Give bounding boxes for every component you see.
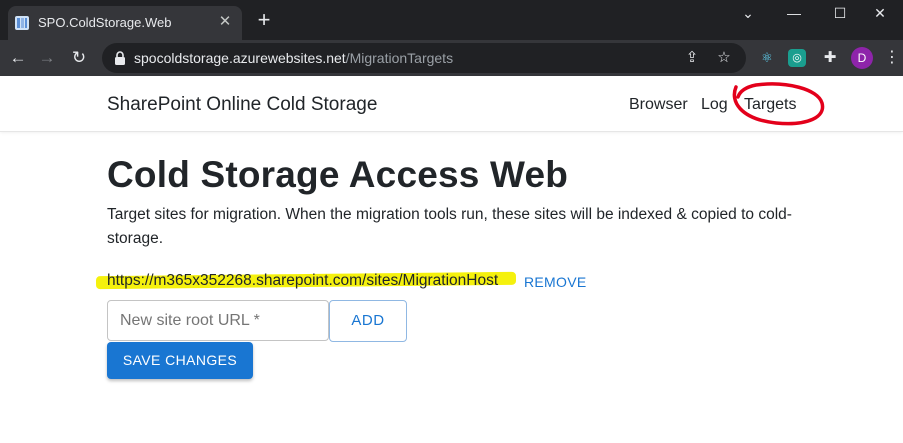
page-favicon-icon	[15, 16, 29, 30]
add-target-button[interactable]: ADD	[329, 300, 407, 342]
address-bar[interactable]: spocoldstorage.azurewebsites.net/Migrati…	[102, 43, 746, 73]
new-site-url-input[interactable]	[107, 300, 329, 341]
target-site-url: https://m365x352268.sharepoint.com/sites…	[107, 272, 499, 289]
browser-tab-strip: SPO.ColdStorage.Web ✕ + ⌄ — ☐ ✕	[0, 0, 903, 40]
tab-search-icon[interactable]: ⌄	[725, 0, 771, 28]
tab-title: SPO.ColdStorage.Web	[38, 15, 172, 30]
back-icon[interactable]: ←	[4, 44, 32, 72]
close-window-icon[interactable]: ✕	[857, 0, 903, 28]
react-devtools-icon[interactable]: ⚛	[757, 48, 777, 68]
share-icon[interactable]: ⇪	[682, 48, 702, 68]
page-title: Cold Storage Access Web	[107, 154, 569, 195]
url-path: /MigrationTargets	[345, 50, 454, 66]
browser-tab[interactable]: SPO.ColdStorage.Web ✕	[8, 6, 242, 40]
remove-target-button[interactable]: REMOVE	[524, 274, 586, 290]
browser-toolbar: ← → ↻ spocoldstorage.azurewebsites.net/M…	[0, 40, 903, 76]
extension-icon[interactable]: ◎	[788, 49, 806, 67]
new-tab-button[interactable]: +	[252, 8, 276, 32]
nav-link-browser[interactable]: Browser	[629, 96, 688, 114]
browser-menu-icon[interactable]: ⋮	[884, 47, 900, 69]
profile-avatar[interactable]: D	[851, 47, 873, 69]
close-tab-icon[interactable]: ✕	[216, 13, 234, 31]
extensions-puzzle-icon[interactable]: ✚	[820, 48, 840, 68]
bookmark-star-icon[interactable]: ☆	[714, 48, 734, 68]
url-host: spocoldstorage.azurewebsites.net	[134, 50, 346, 66]
forward-icon[interactable]: →	[33, 44, 61, 72]
minimize-icon[interactable]: —	[771, 0, 817, 28]
url-text: spocoldstorage.azurewebsites.net/Migrati…	[134, 50, 453, 66]
page-description: Target sites for migration. When the mig…	[107, 206, 792, 247]
reload-icon[interactable]: ↻	[65, 44, 93, 72]
site-brand[interactable]: SharePoint Online Cold Storage	[107, 94, 377, 116]
nav-link-log[interactable]: Log	[701, 96, 728, 114]
save-changes-button[interactable]: SAVE CHANGES	[107, 342, 253, 379]
annotation-circle	[732, 82, 825, 126]
page-content: SharePoint Online Cold Storage Browser L…	[0, 76, 903, 443]
site-navbar: SharePoint Online Cold Storage Browser L…	[0, 76, 903, 132]
lock-icon	[115, 51, 125, 65]
